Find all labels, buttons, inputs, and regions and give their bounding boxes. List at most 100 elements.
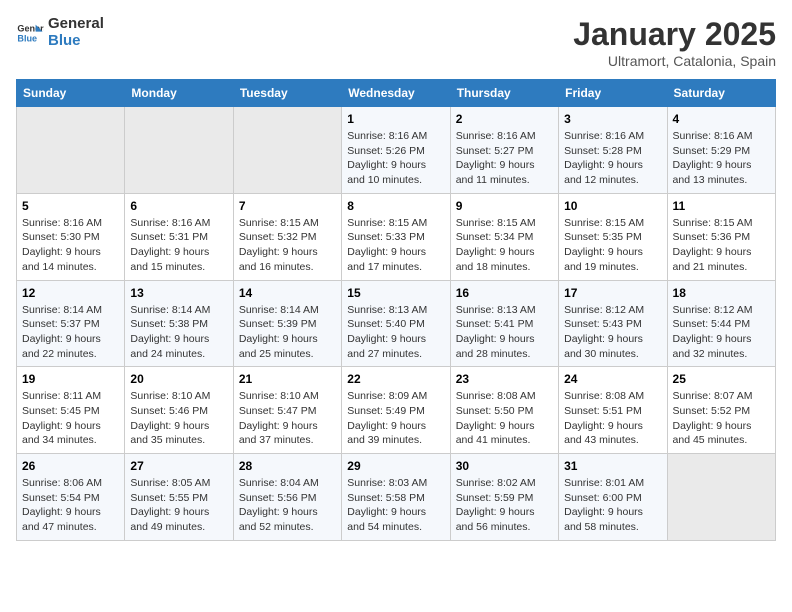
day-info: Sunrise: 8:09 AMSunset: 5:49 PMDaylight:…	[347, 389, 444, 448]
calendar-day-cell: 25Sunrise: 8:07 AMSunset: 5:52 PMDayligh…	[667, 367, 775, 454]
calendar-title: January 2025	[573, 16, 776, 53]
day-info: Sunrise: 8:15 AMSunset: 5:34 PMDaylight:…	[456, 216, 553, 275]
weekday-header-cell: Thursday	[450, 80, 558, 107]
day-number: 9	[456, 199, 553, 213]
day-info: Sunrise: 8:08 AMSunset: 5:51 PMDaylight:…	[564, 389, 661, 448]
svg-text:General: General	[17, 23, 44, 33]
calendar-day-cell: 23 Sunrise: 8:08 AMSunset: 5:50 PMDayligh…	[450, 367, 558, 454]
day-number: 18	[673, 286, 770, 300]
svg-text:Blue: Blue	[17, 33, 37, 43]
day-number: 24	[564, 372, 661, 386]
weekday-header-cell: Monday	[125, 80, 233, 107]
day-number: 27	[130, 459, 227, 473]
day-number: 17	[564, 286, 661, 300]
calendar-day-cell: 19 Sunrise: 8:11 AMSunset: 5:45 PMDayligh…	[17, 367, 125, 454]
calendar-body: 1Sunrise: 8:16 AMSunset: 5:26 PMDaylight…	[17, 107, 776, 541]
day-info: Sunrise: 8:15 AMSunset: 5:36 PMDaylight:…	[673, 216, 770, 275]
day-number: 11	[673, 199, 770, 213]
calendar-day-cell	[233, 107, 341, 194]
day-number: 13	[130, 286, 227, 300]
header: General Blue General Blue January 2025 U…	[16, 16, 776, 69]
day-number: 2	[456, 112, 553, 126]
day-number: 20	[130, 372, 227, 386]
day-number: 23	[456, 372, 553, 386]
day-info: Sunrise: 8:10 AMSunset: 5:47 PMDaylight:…	[239, 389, 336, 448]
day-info: Sunrise: 8:05 AMSunset: 5:55 PMDaylight:…	[130, 476, 227, 535]
weekday-header-cell: Saturday	[667, 80, 775, 107]
day-info: Sunrise: 8:03 AMSunset: 5:58 PMDaylight:…	[347, 476, 444, 535]
calendar-day-cell: 14 Sunrise: 8:14 AMSunset: 5:39 PMDayligh…	[233, 280, 341, 367]
day-info: Sunrise: 8:16 AMSunset: 5:30 PMDaylight:…	[22, 216, 119, 275]
calendar-week-row: 1Sunrise: 8:16 AMSunset: 5:26 PMDaylight…	[17, 107, 776, 194]
calendar-day-cell: 7Sunrise: 8:15 AMSunset: 5:32 PMDaylight…	[233, 193, 341, 280]
calendar-week-row: 19 Sunrise: 8:11 AMSunset: 5:45 PMDayligh…	[17, 367, 776, 454]
day-number: 26	[22, 459, 119, 473]
calendar-day-cell: 12 Sunrise: 8:14 AMSunset: 5:37 PMDayligh…	[17, 280, 125, 367]
logo-icon: General Blue	[16, 19, 44, 47]
calendar-day-cell: 3 Sunrise: 8:16 AMSunset: 5:28 PMDaylight…	[559, 107, 667, 194]
calendar-day-cell: 18 Sunrise: 8:12 AMSunset: 5:44 PMDayligh…	[667, 280, 775, 367]
day-info: Sunrise: 8:16 AMSunset: 5:27 PMDaylight:…	[456, 129, 553, 188]
calendar-day-cell: 8Sunrise: 8:15 AMSunset: 5:33 PMDaylight…	[342, 193, 450, 280]
day-info: Sunrise: 8:13 AMSunset: 5:40 PMDaylight:…	[347, 303, 444, 362]
weekday-header-cell: Tuesday	[233, 80, 341, 107]
day-info: Sunrise: 8:02 AMSunset: 5:59 PMDaylight:…	[456, 476, 553, 535]
day-info: Sunrise: 8:04 AMSunset: 5:56 PMDaylight:…	[239, 476, 336, 535]
calendar-day-cell: 21 Sunrise: 8:10 AMSunset: 5:47 PMDayligh…	[233, 367, 341, 454]
calendar-week-row: 5 Sunrise: 8:16 AMSunset: 5:30 PMDaylight…	[17, 193, 776, 280]
calendar-day-cell: 22 Sunrise: 8:09 AMSunset: 5:49 PMDayligh…	[342, 367, 450, 454]
calendar-day-cell: 26 Sunrise: 8:06 AMSunset: 5:54 PMDayligh…	[17, 454, 125, 541]
day-number: 25	[673, 372, 770, 386]
day-number: 21	[239, 372, 336, 386]
calendar-day-cell: 28Sunrise: 8:04 AMSunset: 5:56 PMDayligh…	[233, 454, 341, 541]
calendar-day-cell: 5 Sunrise: 8:16 AMSunset: 5:30 PMDaylight…	[17, 193, 125, 280]
day-number: 7	[239, 199, 336, 213]
calendar-day-cell	[667, 454, 775, 541]
day-number: 6	[130, 199, 227, 213]
weekday-header-cell: Friday	[559, 80, 667, 107]
calendar-day-cell: 15Sunrise: 8:13 AMSunset: 5:40 PMDayligh…	[342, 280, 450, 367]
day-info: Sunrise: 8:12 AMSunset: 5:44 PMDaylight:…	[673, 303, 770, 362]
day-info: Sunrise: 8:16 AMSunset: 5:26 PMDaylight:…	[347, 129, 444, 188]
day-number: 29	[347, 459, 444, 473]
weekday-header-cell: Sunday	[17, 80, 125, 107]
calendar-day-cell: 2 Sunrise: 8:16 AMSunset: 5:27 PMDaylight…	[450, 107, 558, 194]
day-info: Sunrise: 8:15 AMSunset: 5:33 PMDaylight:…	[347, 216, 444, 275]
calendar-day-cell	[125, 107, 233, 194]
day-number: 3	[564, 112, 661, 126]
day-info: Sunrise: 8:16 AMSunset: 5:28 PMDaylight:…	[564, 129, 661, 188]
calendar-table: SundayMondayTuesdayWednesdayThursdayFrid…	[16, 79, 776, 541]
day-info: Sunrise: 8:14 AMSunset: 5:37 PMDaylight:…	[22, 303, 119, 362]
day-info: Sunrise: 8:11 AMSunset: 5:45 PMDaylight:…	[22, 389, 119, 448]
day-number: 10	[564, 199, 661, 213]
day-info: Sunrise: 8:08 AMSunset: 5:50 PMDaylight:…	[456, 389, 553, 448]
calendar-day-cell: 30 Sunrise: 8:02 AMSunset: 5:59 PMDayligh…	[450, 454, 558, 541]
day-info: Sunrise: 8:01 AMSunset: 6:00 PMDaylight:…	[564, 476, 661, 535]
day-number: 16	[456, 286, 553, 300]
calendar-day-cell: 27 Sunrise: 8:05 AMSunset: 5:55 PMDayligh…	[125, 454, 233, 541]
calendar-day-cell: 29 Sunrise: 8:03 AMSunset: 5:58 PMDayligh…	[342, 454, 450, 541]
calendar-day-cell: 16 Sunrise: 8:13 AMSunset: 5:41 PMDayligh…	[450, 280, 558, 367]
weekday-header-row: SundayMondayTuesdayWednesdayThursdayFrid…	[17, 80, 776, 107]
day-number: 12	[22, 286, 119, 300]
day-number: 5	[22, 199, 119, 213]
day-info: Sunrise: 8:16 AMSunset: 5:29 PMDaylight:…	[673, 129, 770, 188]
calendar-day-cell: 31 Sunrise: 8:01 AMSunset: 6:00 PMDayligh…	[559, 454, 667, 541]
day-info: Sunrise: 8:10 AMSunset: 5:46 PMDaylight:…	[130, 389, 227, 448]
day-info: Sunrise: 8:12 AMSunset: 5:43 PMDaylight:…	[564, 303, 661, 362]
day-info: Sunrise: 8:13 AMSunset: 5:41 PMDaylight:…	[456, 303, 553, 362]
day-number: 22	[347, 372, 444, 386]
day-info: Sunrise: 8:16 AMSunset: 5:31 PMDaylight:…	[130, 216, 227, 275]
calendar-week-row: 26 Sunrise: 8:06 AMSunset: 5:54 PMDayligh…	[17, 454, 776, 541]
day-info: Sunrise: 8:06 AMSunset: 5:54 PMDaylight:…	[22, 476, 119, 535]
day-number: 14	[239, 286, 336, 300]
day-info: Sunrise: 8:14 AMSunset: 5:39 PMDaylight:…	[239, 303, 336, 362]
calendar-day-cell: 9 Sunrise: 8:15 AMSunset: 5:34 PMDaylight…	[450, 193, 558, 280]
day-info: Sunrise: 8:15 AMSunset: 5:35 PMDaylight:…	[564, 216, 661, 275]
calendar-day-cell: 11 Sunrise: 8:15 AMSunset: 5:36 PMDayligh…	[667, 193, 775, 280]
day-number: 30	[456, 459, 553, 473]
calendar-day-cell: 20 Sunrise: 8:10 AMSunset: 5:46 PMDayligh…	[125, 367, 233, 454]
day-number: 19	[22, 372, 119, 386]
day-number: 31	[564, 459, 661, 473]
logo-general: General	[48, 16, 104, 33]
